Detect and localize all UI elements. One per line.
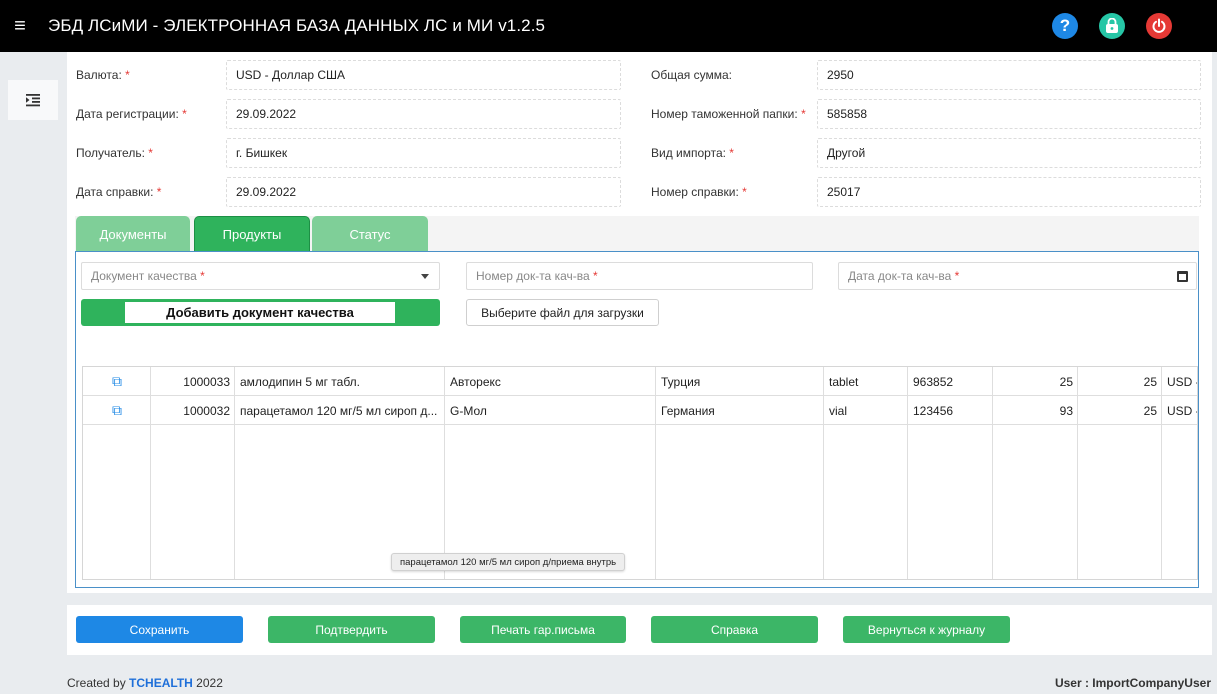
customs-row: Номер таможенной папки: * 585858: [651, 99, 1201, 129]
footer-year: 2022: [196, 676, 223, 690]
cert-date-row: Дата справки: * 29.09.2022: [76, 177, 621, 207]
reg-date-label: Дата регистрации: *: [76, 107, 187, 121]
currency-row: Валюта: * USD - Доллар США: [76, 60, 621, 90]
quality-doc-select[interactable]: Документ качества *: [81, 262, 440, 290]
tab-strip: Документы Продукты Статус: [75, 216, 1199, 252]
cert-date-label: Дата справки: *: [76, 185, 162, 199]
calendar-icon[interactable]: [1177, 271, 1188, 282]
tab-status[interactable]: Статус: [312, 216, 428, 252]
file-upload-button[interactable]: Выберите файл для загрузки: [466, 299, 659, 326]
add-quality-doc-label: Добавить документ качества: [125, 302, 395, 323]
footer-credits: Created by TCHEALTH 2022: [67, 676, 223, 690]
back-to-journal-button[interactable]: Вернуться к журналу: [843, 616, 1010, 643]
currency-field[interactable]: USD - Доллар США: [226, 60, 621, 90]
chevron-down-icon: [421, 274, 429, 279]
customs-label: Номер таможенной папки: *: [651, 107, 806, 121]
power-glyph-icon: [1152, 18, 1166, 33]
power-icon[interactable]: [1146, 13, 1172, 39]
lock-icon[interactable]: [1099, 13, 1125, 39]
total-row: Общая сумма: 2950: [651, 60, 1201, 90]
tab-products[interactable]: Продукты: [194, 216, 310, 252]
cert-number-field[interactable]: 25017: [817, 177, 1201, 207]
product-qty: 25: [1059, 374, 1073, 389]
certificate-button[interactable]: Справка: [651, 616, 818, 643]
table-row[interactable]: ⧉ 1000033 амлодипин 5 мг табл. Авторекс …: [83, 367, 1198, 396]
product-code: 963852: [913, 374, 954, 389]
cert-number-row: Номер справки: * 25017: [651, 177, 1201, 207]
product-name: амлодипин 5 мг табл.: [240, 374, 361, 389]
recipient-field[interactable]: г. Бишкек: [226, 138, 621, 168]
name-tooltip: парацетамол 120 мг/5 мл сироп д/приема в…: [391, 553, 626, 571]
hamburger-menu-icon[interactable]: ≡: [0, 0, 40, 52]
total-label: Общая сумма:: [651, 68, 732, 82]
footer-created-prefix: Created by: [67, 676, 126, 690]
tab-documents[interactable]: Документы: [76, 216, 190, 252]
product-qty: 93: [1059, 403, 1073, 418]
product-manufacturer: Авторекс: [450, 374, 501, 389]
add-quality-doc-button[interactable]: Добавить документ качества: [81, 299, 440, 326]
top-actions: ?: [1052, 13, 1172, 39]
quality-doc-placeholder: Документ качества: [91, 269, 197, 283]
print-letter-button[interactable]: Печать гар.письма: [460, 616, 626, 643]
save-button[interactable]: Сохранить: [76, 616, 243, 643]
product-form: vial: [829, 403, 848, 418]
quality-doc-date-input[interactable]: Дата док-та кач-ва *: [838, 262, 1197, 290]
table-row[interactable]: ⧉ 1000032 парацетамол 120 мг/5 мл сироп …: [83, 396, 1198, 425]
confirm-button[interactable]: Подтвердить: [268, 616, 435, 643]
top-bar: ≡ ЭБД ЛСиМИ - ЭЛЕКТРОННАЯ БАЗА ДАННЫХ ЛС…: [0, 0, 1217, 52]
customs-field[interactable]: 585858: [817, 99, 1201, 129]
action-bar: Сохранить Подтвердить Печать гар.письма …: [67, 605, 1212, 655]
product-code: 123456: [913, 403, 954, 418]
quality-doc-date-placeholder: Дата док-та кач-ва: [848, 269, 952, 283]
products-table: ⧉ 1000033 амлодипин 5 мг табл. Авторекс …: [82, 366, 1198, 580]
recipient-row: Получатель: * г. Бишкек: [76, 138, 621, 168]
product-country: Турция: [661, 374, 701, 389]
import-type-row: Вид импорта: * Другой: [651, 138, 1201, 168]
quality-doc-number-input[interactable]: Номер док-та кач-ва *: [466, 262, 813, 290]
import-type-label: Вид импорта: *: [651, 146, 734, 160]
edit-icon[interactable]: ⧉: [83, 367, 151, 396]
product-price: 25: [1143, 403, 1157, 418]
sidebar: [0, 52, 58, 694]
reg-date-field[interactable]: 29.09.2022: [226, 99, 621, 129]
product-id: 1000032: [183, 403, 230, 418]
help-icon[interactable]: ?: [1052, 13, 1078, 39]
total-field[interactable]: 2950: [817, 60, 1201, 90]
main-card: Валюта: * USD - Доллар США Дата регистра…: [67, 52, 1212, 593]
product-country: Германия: [661, 403, 715, 418]
edit-icon[interactable]: ⧉: [83, 396, 151, 425]
import-type-field[interactable]: Другой: [817, 138, 1201, 168]
products-panel: Документ качества * Номер док-та кач-ва …: [75, 251, 1199, 588]
product-name: парацетамол 120 мг/5 мл сироп д...: [240, 403, 438, 418]
currency-label: Валюта: *: [76, 68, 130, 82]
footer-user: User : ImportCompanyUser: [1054, 676, 1211, 690]
product-currency: USD -: [1167, 374, 1198, 389]
recipient-label: Получатель: *: [76, 146, 153, 160]
cert-number-label: Номер справки: *: [651, 185, 747, 199]
product-currency: USD -: [1167, 403, 1198, 418]
product-form: tablet: [829, 374, 859, 389]
sidebar-toggle-icon[interactable]: [8, 80, 58, 120]
indent-icon: [26, 94, 40, 107]
reg-date-row: Дата регистрации: * 29.09.2022: [76, 99, 621, 129]
quality-doc-number-placeholder: Номер док-та кач-ва: [476, 269, 590, 283]
product-id: 1000033: [183, 374, 230, 389]
product-price: 25: [1143, 374, 1157, 389]
app-title: ЭБД ЛСиМИ - ЭЛЕКТРОННАЯ БАЗА ДАННЫХ ЛС и…: [48, 16, 546, 35]
product-manufacturer: G-Мол: [450, 403, 487, 418]
lock-glyph-icon: [1106, 18, 1118, 33]
cert-date-field[interactable]: 29.09.2022: [226, 177, 621, 207]
footer-brand-link[interactable]: TCHEALTH: [129, 676, 193, 690]
